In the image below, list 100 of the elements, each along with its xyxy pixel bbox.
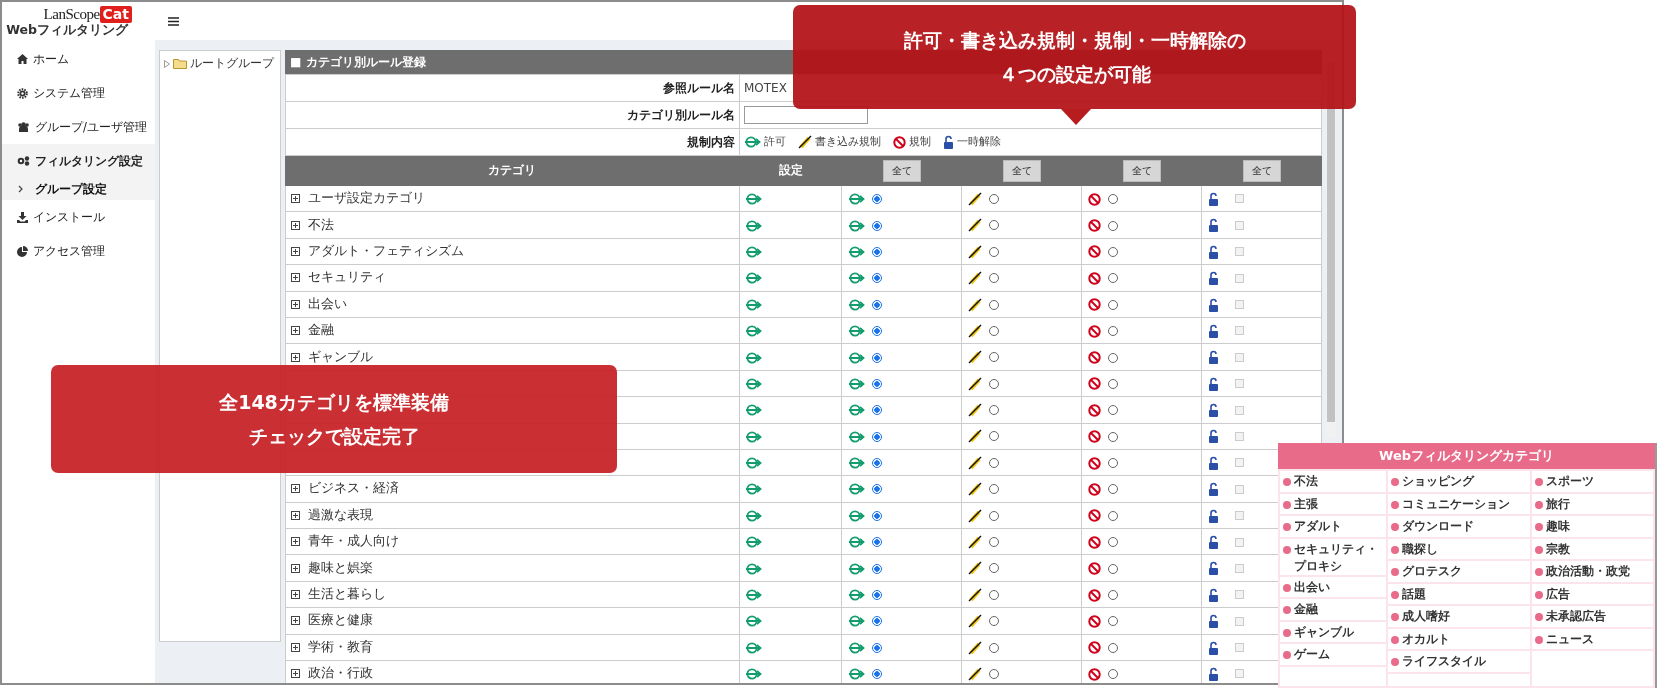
sidebar-item[interactable]: アクセス管理 (2, 234, 155, 268)
expand-plus-icon[interactable] (291, 510, 300, 520)
setting-radio[interactable] (872, 273, 883, 284)
sidebar-item[interactable]: グループ/ユーザ管理 (2, 110, 155, 144)
setting-radio[interactable] (1107, 563, 1118, 574)
setting-radio[interactable] (1107, 458, 1118, 469)
expand-plus-icon[interactable] (291, 669, 300, 679)
select-all-button[interactable]: 全て (1242, 159, 1281, 182)
setting-radio[interactable] (1107, 194, 1118, 205)
setting-radio[interactable] (1107, 510, 1118, 521)
setting-radio[interactable] (1107, 590, 1118, 601)
setting-radio[interactable] (989, 378, 1000, 389)
setting-radio[interactable] (1107, 246, 1118, 257)
expand-plus-icon[interactable] (291, 563, 300, 573)
setting-radio[interactable] (872, 220, 883, 231)
sidebar-subitem[interactable]: グループ設定 (2, 178, 155, 200)
setting-radio[interactable] (1107, 537, 1118, 548)
setting-radio[interactable] (989, 563, 1000, 574)
setting-radio[interactable] (989, 193, 1000, 204)
setting-radio[interactable] (872, 405, 883, 416)
sidebar-item[interactable]: インストール (2, 200, 155, 234)
padlock-icon (1208, 403, 1219, 418)
setting-radio[interactable] (872, 431, 883, 442)
expand-plus-icon[interactable] (291, 220, 300, 230)
circle-arrow-icon (744, 430, 762, 443)
setting-radio[interactable] (989, 510, 1000, 521)
setting-radio[interactable] (989, 484, 1000, 495)
setting-radio[interactable] (872, 563, 883, 574)
setting-radio[interactable] (872, 194, 883, 205)
setting-radio[interactable] (989, 352, 1000, 363)
setting-radio[interactable] (989, 299, 1000, 310)
padlock-icon (1208, 587, 1219, 602)
padlock-icon (1208, 218, 1219, 233)
expand-plus-icon[interactable] (291, 537, 300, 547)
expand-plus-icon[interactable] (291, 246, 300, 256)
setting-radio[interactable] (872, 537, 883, 548)
setting-radio[interactable] (1107, 378, 1118, 389)
setting-radio[interactable] (872, 642, 883, 653)
setting-radio[interactable] (872, 378, 883, 389)
setting-radio[interactable] (1107, 431, 1118, 442)
setting-radio[interactable] (989, 616, 1000, 627)
setting-radio[interactable] (989, 273, 1000, 284)
expand-plus-icon[interactable] (291, 273, 300, 283)
category-list-item: ライフスタイル (1388, 651, 1530, 672)
setting-radio[interactable] (989, 537, 1000, 547)
sidebar-item[interactable]: フィルタリング設定 (2, 144, 155, 178)
menu-icon[interactable] (168, 16, 179, 26)
category-list-item: 出会い (1280, 576, 1386, 597)
setting-radio[interactable] (989, 220, 1000, 231)
expand-plus-icon[interactable] (291, 352, 300, 362)
setting-radio[interactable] (872, 484, 883, 495)
pencil-slash-icon (968, 587, 983, 602)
expand-plus-icon[interactable] (291, 590, 300, 600)
setting-radio[interactable] (872, 510, 883, 521)
setting-radio[interactable] (1107, 326, 1118, 337)
setting-radio[interactable] (1107, 669, 1118, 680)
category-list-title: Webフィルタリングカテゴリ (1278, 443, 1655, 469)
select-all-button[interactable]: 全て (1122, 159, 1161, 182)
setting-radio[interactable] (989, 405, 1000, 416)
category-list-item: 不法 (1280, 471, 1386, 492)
sidebar-item[interactable]: ホーム (2, 42, 155, 76)
setting-radio[interactable] (1107, 484, 1118, 495)
expand-plus-icon[interactable] (291, 642, 300, 652)
select-all-button[interactable]: 全て (1002, 159, 1041, 182)
setting-radio[interactable] (1107, 352, 1118, 363)
setting-radio[interactable] (872, 458, 883, 469)
category-name: アダルト・フェティシズム (308, 242, 464, 258)
setting-radio[interactable] (872, 352, 883, 363)
setting-radio[interactable] (872, 590, 883, 601)
padlock-icon (1208, 244, 1219, 259)
circle-arrow-icon (848, 430, 866, 443)
pencil-slash-icon (968, 614, 983, 629)
setting-radio[interactable] (989, 668, 1000, 679)
setting-radio[interactable] (989, 589, 1000, 600)
tree-item[interactable]: ルートグループ (160, 51, 280, 76)
expand-plus-icon[interactable] (291, 484, 300, 494)
expand-plus-icon[interactable] (291, 194, 300, 204)
setting-radio[interactable] (1107, 299, 1118, 310)
setting-radio[interactable] (989, 457, 1000, 468)
setting-radio[interactable] (1107, 616, 1118, 627)
setting-radio[interactable] (872, 246, 883, 257)
setting-radio[interactable] (989, 325, 1000, 336)
select-all-button[interactable]: 全て (882, 159, 921, 182)
setting-radio[interactable] (1107, 220, 1118, 231)
circle-arrow-icon (848, 325, 866, 338)
setting-radio[interactable] (989, 246, 1000, 257)
prohibited-icon (1088, 298, 1102, 312)
expand-plus-icon[interactable] (291, 326, 300, 336)
setting-radio[interactable] (872, 326, 883, 337)
setting-radio[interactable] (1107, 273, 1118, 284)
setting-radio[interactable] (1107, 405, 1118, 416)
setting-radio[interactable] (989, 431, 1000, 442)
setting-radio[interactable] (872, 299, 883, 310)
expand-plus-icon[interactable] (291, 616, 300, 626)
setting-radio[interactable] (872, 616, 883, 627)
setting-radio[interactable] (1107, 642, 1118, 653)
expand-plus-icon[interactable] (291, 299, 300, 309)
setting-radio[interactable] (989, 642, 1000, 653)
setting-radio[interactable] (872, 669, 883, 680)
sidebar-item[interactable]: システム管理 (2, 76, 155, 110)
